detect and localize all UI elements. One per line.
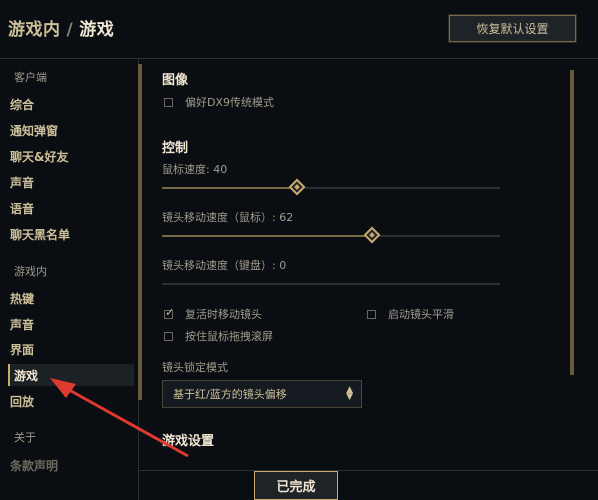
annotation-arrow-icon: [50, 378, 189, 458]
